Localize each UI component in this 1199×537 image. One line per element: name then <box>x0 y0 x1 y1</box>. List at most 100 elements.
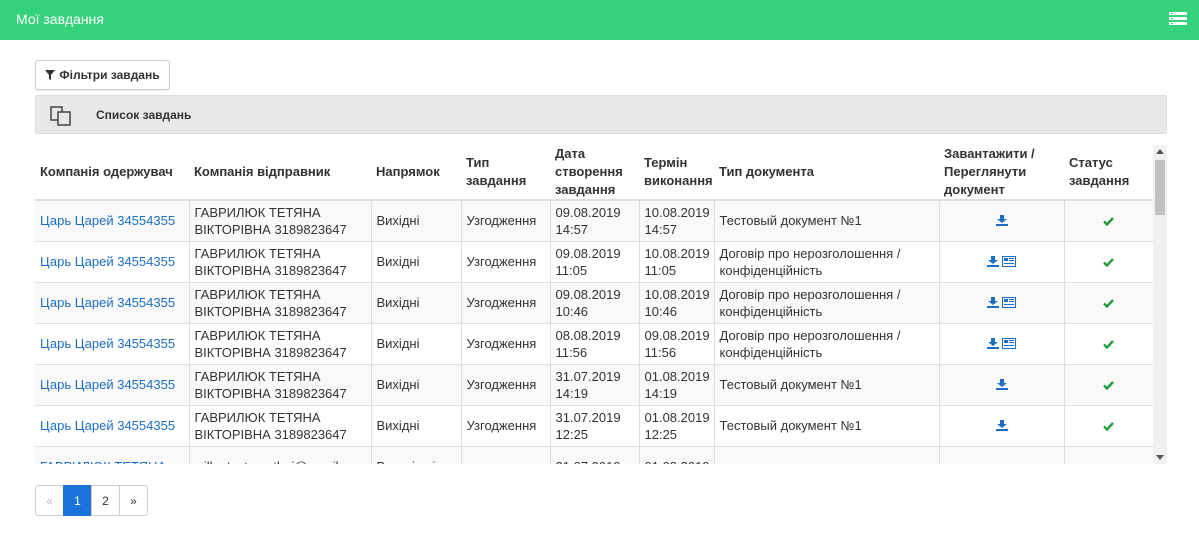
status-cell <box>1063 404 1153 446</box>
column-header: Термін виконання <box>639 145 714 201</box>
view-document-icon[interactable] <box>1002 336 1017 353</box>
recipient-company-link[interactable]: Царь Царей 34554355 <box>40 336 175 351</box>
status-cell <box>1063 322 1153 364</box>
download-view-cell <box>938 404 1064 446</box>
direction-cell: Вихідні <box>370 240 461 282</box>
direction-cell: Внутрішні <box>370 445 461 464</box>
download-icon[interactable] <box>986 295 999 312</box>
download-view-cell <box>938 240 1064 282</box>
download-icon[interactable] <box>995 213 1008 230</box>
table-row[interactable]: ГАВРИЛЮК ТЕТЯНА willnotsetemutbei@gmail.c… <box>35 445 1153 464</box>
column-header: Компанія відправник <box>189 145 371 201</box>
check-icon <box>1103 336 1115 353</box>
created-date-cell: 08.08.2019 11:56 <box>549 322 639 364</box>
created-date-cell: 09.08.2019 14:57 <box>549 199 639 241</box>
due-date-cell: 10.08.2019 11:05 <box>638 240 714 282</box>
created-date-cell: 09.08.2019 11:05 <box>549 240 639 282</box>
page-2-button[interactable]: 2 <box>91 485 120 516</box>
sender-company-cell: ГАВРИЛЮК ТЕТЯНА ВІКТОРІВНА 3189823647 <box>188 363 371 405</box>
copy-icon <box>50 106 71 126</box>
table-row[interactable]: Царь Царей 34554355 ГАВРИЛЮК ТЕТЯНА ВІКТО… <box>35 199 1153 241</box>
page-1-button[interactable]: 1 <box>63 485 92 516</box>
status-cell <box>1063 281 1153 323</box>
download-icon[interactable] <box>986 254 999 271</box>
due-date-cell: 01.08.2019 12:25 <box>638 404 714 446</box>
view-document-icon[interactable] <box>1002 295 1017 312</box>
sender-company-cell: ГАВРИЛЮК ТЕТЯНА ВІКТОРІВНА 3189823647 <box>188 322 371 364</box>
column-header: Компанія одержувач <box>35 145 189 201</box>
table-row[interactable]: Царь Царей 34554355 ГАВРИЛЮК ТЕТЯНА ВІКТО… <box>35 240 1153 282</box>
recipient-company-link: ГАВРИЛЮК ТЕТЯНА <box>35 445 189 464</box>
recipient-company-link: Царь Царей 34554355 <box>35 199 189 241</box>
column-header: Тип документа <box>714 145 939 201</box>
document-type-cell <box>713 445 939 464</box>
download-view-cell <box>938 322 1064 364</box>
page-title: Мої завдання <box>16 11 104 27</box>
due-date-cell: 09.08.2019 11:56 <box>638 322 714 364</box>
download-view-cell <box>938 445 1064 464</box>
check-icon <box>1103 418 1115 435</box>
view-document-icon[interactable] <box>1002 254 1017 271</box>
prev-page-button[interactable]: « <box>35 485 64 516</box>
status-cell <box>1063 199 1153 241</box>
pagination: « 1 2 » <box>35 485 148 516</box>
scroll-up-arrow[interactable] <box>1156 149 1164 154</box>
table-row[interactable]: Царь Царей 34554355 ГАВРИЛЮК ТЕТЯНА ВІКТО… <box>35 322 1153 364</box>
sender-company-cell: ГАВРИЛЮК ТЕТЯНА ВІКТОРІВНА 3189823647 <box>188 281 371 323</box>
status-cell <box>1063 363 1153 405</box>
document-type-cell: Тестовый документ №1 <box>713 363 939 405</box>
status-cell <box>1063 240 1153 282</box>
download-icon[interactable] <box>995 377 1008 394</box>
filter-icon <box>45 70 56 80</box>
created-date-cell: 09.08.2019 10:46 <box>549 281 639 323</box>
recipient-company-link[interactable]: ГАВРИЛЮК ТЕТЯНА <box>40 459 166 464</box>
table-scrollbar[interactable] <box>1153 145 1167 464</box>
status-cell <box>1063 445 1153 464</box>
next-page-button[interactable]: » <box>119 485 148 516</box>
due-date-cell: 10.08.2019 14:57 <box>638 199 714 241</box>
check-icon <box>1103 213 1115 230</box>
column-header: Статус завдання <box>1064 145 1153 201</box>
filter-tasks-button[interactable]: Фільтри завдань <box>35 60 170 90</box>
sender-company-cell: ГАВРИЛЮК ТЕТЯНА ВІКТОРІВНА 3189823647 <box>188 240 371 282</box>
recipient-company-link[interactable]: Царь Царей 34554355 <box>40 377 175 392</box>
list-menu-icon[interactable] <box>1169 12 1187 26</box>
tasks-table-container: Компанія одержувач Компанія відправник Нап… <box>35 145 1167 464</box>
download-view-cell <box>938 281 1064 323</box>
recipient-company-link[interactable]: Царь Царей 34554355 <box>40 418 175 433</box>
top-bar: Мої завдання <box>0 0 1199 40</box>
download-icon[interactable] <box>995 418 1008 435</box>
tasks-table: Компанія одержувач Компанія відправник Нап… <box>35 145 1153 464</box>
download-view-cell <box>938 363 1064 405</box>
filter-tasks-label: Фільтри завдань <box>59 68 160 82</box>
task-list-panel-header: Список завдань <box>35 95 1167 134</box>
table-row[interactable]: Царь Царей 34554355 ГАВРИЛЮК ТЕТЯНА ВІКТО… <box>35 281 1153 323</box>
table-row[interactable]: Царь Царей 34554355 ГАВРИЛЮК ТЕТЯНА ВІКТО… <box>35 404 1153 446</box>
recipient-company-link[interactable]: Царь Царей 34554355 <box>40 254 175 269</box>
scroll-down-arrow[interactable] <box>1156 455 1164 460</box>
table-header-row: Компанія одержувач Компанія відправник Нап… <box>35 145 1153 201</box>
table-row[interactable]: Царь Царей 34554355 ГАВРИЛЮК ТЕТЯНА ВІКТО… <box>35 363 1153 405</box>
recipient-company-link: Царь Царей 34554355 <box>35 240 189 282</box>
recipient-company-link: Царь Царей 34554355 <box>35 404 189 446</box>
recipient-company-link: Царь Царей 34554355 <box>35 363 189 405</box>
recipient-company-link[interactable]: Царь Царей 34554355 <box>40 213 175 228</box>
scroll-thumb[interactable] <box>1155 160 1165 215</box>
recipient-company-link[interactable]: Царь Царей 34554355 <box>40 295 175 310</box>
task-type-cell: Узгодження <box>460 322 550 364</box>
sender-company-cell: ГАВРИЛЮК ТЕТЯНА ВІКТОРІВНА 3189823647 <box>188 404 371 446</box>
due-date-cell: 01.08.2019 <box>638 445 714 464</box>
sender-company-cell: ГАВРИЛЮК ТЕТЯНА ВІКТОРІВНА 3189823647 <box>188 199 371 241</box>
created-date-cell: 31.07.2019 12:25 <box>549 404 639 446</box>
created-date-cell: 31.07.2019 <box>549 445 639 464</box>
download-view-cell <box>938 199 1064 241</box>
direction-cell: Вихідні <box>370 404 461 446</box>
document-type-cell: Договір про нерозголошення / конфіденцій… <box>713 240 939 282</box>
column-header: Дата створення завдання <box>550 145 639 201</box>
download-icon[interactable] <box>986 336 999 353</box>
check-icon <box>1103 295 1115 312</box>
recipient-company-link: Царь Царей 34554355 <box>35 281 189 323</box>
document-type-cell: Тестовый документ №1 <box>713 404 939 446</box>
direction-cell: Вихідні <box>370 281 461 323</box>
check-icon <box>1103 377 1115 394</box>
